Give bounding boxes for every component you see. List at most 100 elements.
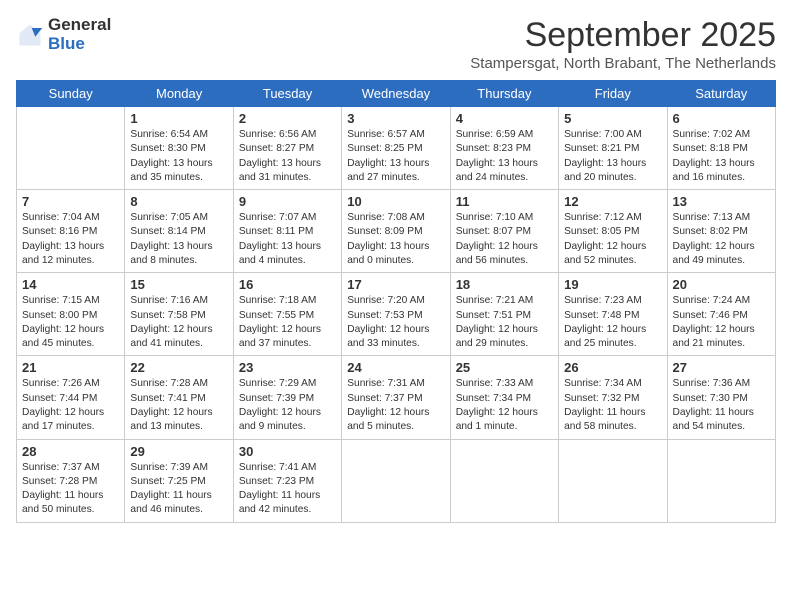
- calendar-week-row: 14Sunrise: 7:15 AM Sunset: 8:00 PM Dayli…: [17, 273, 776, 356]
- calendar-table: SundayMondayTuesdayWednesdayThursdayFrid…: [16, 80, 776, 523]
- day-number: 7: [22, 194, 119, 209]
- calendar-cell: 23 Sunrise: 7:29 AM Sunset: 7:39 PM Dayli…: [233, 356, 341, 439]
- calendar-cell: 4Sunrise: 6:59 AM Sunset: 8:23 PM Daylig…: [450, 107, 558, 190]
- calendar-cell: 6 Sunrise: 7:02 AM Sunset: 8:18 PM Daylig…: [667, 107, 775, 190]
- day-number: 25: [456, 360, 553, 375]
- calendar-cell: 2 Sunrise: 6:56 AM Sunset: 8:27 PM Daylig…: [233, 107, 341, 190]
- calendar-cell: 26Sunrise: 7:34 AM Sunset: 7:32 PM Dayli…: [559, 356, 667, 439]
- calendar-cell: 12 Sunrise: 7:12 AM Sunset: 8:05 PM Dayli…: [559, 190, 667, 273]
- cell-info: Sunrise: 6:56 AM Sunset: 8:27 PM Dayligh…: [239, 128, 336, 185]
- day-number: 21: [22, 360, 119, 375]
- calendar-cell: [667, 439, 775, 522]
- calendar-week-row: 1 Sunrise: 6:54 AM Sunset: 8:30 PM Daylig…: [17, 107, 776, 190]
- cell-info: Sunrise: 7:04 AM Sunset: 8:16 PM Dayligh…: [22, 211, 119, 268]
- cell-info: Sunrise: 7:13 AM Sunset: 8:02 PM Dayligh…: [673, 211, 770, 268]
- calendar-cell: 16Sunrise: 7:18 AM Sunset: 7:55 PM Dayli…: [233, 273, 341, 356]
- calendar-cell: 22 Sunrise: 7:28 AM Sunset: 7:41 PM Dayli…: [125, 356, 233, 439]
- calendar-cell: 14Sunrise: 7:15 AM Sunset: 8:00 PM Dayli…: [17, 273, 125, 356]
- title-section: September 2025 Stampersgat, North Braban…: [470, 16, 776, 72]
- day-header-tuesday: Tuesday: [233, 81, 341, 107]
- calendar-cell: 9 Sunrise: 7:07 AM Sunset: 8:11 PM Daylig…: [233, 190, 341, 273]
- calendar-week-row: 21 Sunrise: 7:26 AM Sunset: 7:44 PM Dayli…: [17, 356, 776, 439]
- day-number: 12: [564, 194, 661, 209]
- cell-info: Sunrise: 6:57 AM Sunset: 8:25 PM Dayligh…: [347, 128, 444, 185]
- day-number: 23: [239, 360, 336, 375]
- day-number: 20: [673, 277, 770, 292]
- day-number: 28: [22, 444, 119, 459]
- calendar-cell: 28 Sunrise: 7:37 AM Sunset: 7:28 PM Dayli…: [17, 439, 125, 522]
- cell-info: Sunrise: 7:28 AM Sunset: 7:41 PM Dayligh…: [130, 377, 227, 434]
- calendar-week-row: 7 Sunrise: 7:04 AM Sunset: 8:16 PM Daylig…: [17, 190, 776, 273]
- logo: General Blue: [16, 16, 111, 53]
- day-number: 17: [347, 277, 444, 292]
- calendar-cell: 18 Sunrise: 7:21 AM Sunset: 7:51 PM Dayli…: [450, 273, 558, 356]
- cell-info: Sunrise: 7:16 AM Sunset: 7:58 PM Dayligh…: [130, 294, 227, 351]
- day-number: 5: [564, 111, 661, 126]
- day-number: 27: [673, 360, 770, 375]
- calendar-cell: 17 Sunrise: 7:20 AM Sunset: 7:53 PM Dayli…: [342, 273, 450, 356]
- day-number: 18: [456, 277, 553, 292]
- cell-info: Sunrise: 7:02 AM Sunset: 8:18 PM Dayligh…: [673, 128, 770, 185]
- day-number: 24: [347, 360, 444, 375]
- day-number: 2: [239, 111, 336, 126]
- cell-info: Sunrise: 7:41 AM Sunset: 7:23 PM Dayligh…: [239, 461, 336, 518]
- cell-info: Sunrise: 7:23 AM Sunset: 7:48 PM Dayligh…: [564, 294, 661, 351]
- month-title: September 2025: [470, 16, 776, 55]
- day-header-wednesday: Wednesday: [342, 81, 450, 107]
- day-number: 22: [130, 360, 227, 375]
- calendar-cell: [559, 439, 667, 522]
- cell-info: Sunrise: 7:12 AM Sunset: 8:05 PM Dayligh…: [564, 211, 661, 268]
- calendar-header-row: SundayMondayTuesdayWednesdayThursdayFrid…: [17, 81, 776, 107]
- cell-info: Sunrise: 7:24 AM Sunset: 7:46 PM Dayligh…: [673, 294, 770, 351]
- cell-info: Sunrise: 7:26 AM Sunset: 7:44 PM Dayligh…: [22, 377, 119, 434]
- cell-info: Sunrise: 7:08 AM Sunset: 8:09 PM Dayligh…: [347, 211, 444, 268]
- cell-info: Sunrise: 7:07 AM Sunset: 8:11 PM Dayligh…: [239, 211, 336, 268]
- calendar-week-row: 28 Sunrise: 7:37 AM Sunset: 7:28 PM Dayli…: [17, 439, 776, 522]
- calendar-cell: 8 Sunrise: 7:05 AM Sunset: 8:14 PM Daylig…: [125, 190, 233, 273]
- cell-info: Sunrise: 7:10 AM Sunset: 8:07 PM Dayligh…: [456, 211, 553, 268]
- day-number: 10: [347, 194, 444, 209]
- cell-info: Sunrise: 7:39 AM Sunset: 7:25 PM Dayligh…: [130, 461, 227, 518]
- page-header: General Blue September 2025 Stampersgat,…: [16, 16, 776, 72]
- day-number: 4: [456, 111, 553, 126]
- day-number: 1: [130, 111, 227, 126]
- calendar-cell: 21 Sunrise: 7:26 AM Sunset: 7:44 PM Dayli…: [17, 356, 125, 439]
- day-number: 6: [673, 111, 770, 126]
- day-number: 11: [456, 194, 553, 209]
- calendar-cell: [450, 439, 558, 522]
- calendar-cell: 13 Sunrise: 7:13 AM Sunset: 8:02 PM Dayli…: [667, 190, 775, 273]
- calendar-cell: [342, 439, 450, 522]
- calendar-cell: 1 Sunrise: 6:54 AM Sunset: 8:30 PM Daylig…: [125, 107, 233, 190]
- calendar-cell: 11 Sunrise: 7:10 AM Sunset: 8:07 PM Dayli…: [450, 190, 558, 273]
- logo-icon: [16, 21, 44, 49]
- calendar-cell: 10 Sunrise: 7:08 AM Sunset: 8:09 PM Dayli…: [342, 190, 450, 273]
- day-header-saturday: Saturday: [667, 81, 775, 107]
- cell-info: Sunrise: 7:37 AM Sunset: 7:28 PM Dayligh…: [22, 461, 119, 518]
- day-number: 30: [239, 444, 336, 459]
- location-subtitle: Stampersgat, North Brabant, The Netherla…: [470, 55, 776, 72]
- cell-info: Sunrise: 7:33 AM Sunset: 7:34 PM Dayligh…: [456, 377, 553, 434]
- logo-general: General: [48, 16, 111, 35]
- cell-info: Sunrise: 7:20 AM Sunset: 7:53 PM Dayligh…: [347, 294, 444, 351]
- day-header-sunday: Sunday: [17, 81, 125, 107]
- day-number: 14: [22, 277, 119, 292]
- day-number: 13: [673, 194, 770, 209]
- cell-info: Sunrise: 7:34 AM Sunset: 7:32 PM Dayligh…: [564, 377, 661, 434]
- cell-info: Sunrise: 7:21 AM Sunset: 7:51 PM Dayligh…: [456, 294, 553, 351]
- calendar-cell: 15Sunrise: 7:16 AM Sunset: 7:58 PM Dayli…: [125, 273, 233, 356]
- day-number: 9: [239, 194, 336, 209]
- calendar-cell: 5Sunrise: 7:00 AM Sunset: 8:21 PM Daylig…: [559, 107, 667, 190]
- cell-info: Sunrise: 7:05 AM Sunset: 8:14 PM Dayligh…: [130, 211, 227, 268]
- calendar-cell: [17, 107, 125, 190]
- cell-info: Sunrise: 7:31 AM Sunset: 7:37 PM Dayligh…: [347, 377, 444, 434]
- day-number: 29: [130, 444, 227, 459]
- day-number: 16: [239, 277, 336, 292]
- day-number: 19: [564, 277, 661, 292]
- day-number: 3: [347, 111, 444, 126]
- calendar-cell: 24 Sunrise: 7:31 AM Sunset: 7:37 PM Dayli…: [342, 356, 450, 439]
- cell-info: Sunrise: 7:29 AM Sunset: 7:39 PM Dayligh…: [239, 377, 336, 434]
- calendar-cell: 19 Sunrise: 7:23 AM Sunset: 7:48 PM Dayli…: [559, 273, 667, 356]
- day-number: 8: [130, 194, 227, 209]
- calendar-cell: 3 Sunrise: 6:57 AM Sunset: 8:25 PM Daylig…: [342, 107, 450, 190]
- cell-info: Sunrise: 6:54 AM Sunset: 8:30 PM Dayligh…: [130, 128, 227, 185]
